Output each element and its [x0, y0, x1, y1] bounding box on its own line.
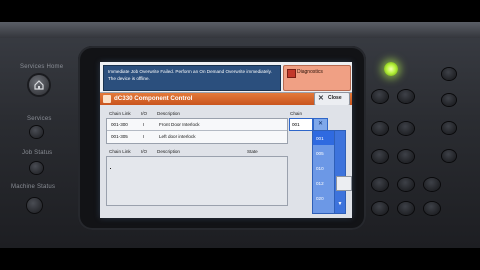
- keypad-key[interactable]: [398, 122, 414, 135]
- chain-option[interactable]: 010: [313, 161, 335, 175]
- table-row[interactable]: [107, 193, 287, 205]
- close-icon: ✕: [318, 95, 324, 102]
- diagnostics-label: Diagnostics: [297, 69, 323, 75]
- description-cell: Left door interlock: [159, 134, 196, 139]
- keypad-key[interactable]: [398, 150, 414, 163]
- power-indicator-light: [384, 62, 398, 76]
- table-row[interactable]: 001-305 I Left door interlock: [107, 131, 287, 142]
- col-header-state: State: [247, 149, 258, 154]
- job-status-button[interactable]: [30, 162, 43, 174]
- keypad-key[interactable]: [372, 202, 388, 215]
- chain-label: Chain: [290, 111, 303, 116]
- chain-option[interactable]: 012: [313, 176, 335, 190]
- chain-options-scrollbar[interactable]: ▼: [334, 130, 346, 214]
- chain-link-cell: 001-300: [111, 122, 128, 127]
- panel-top-edge: [0, 22, 480, 38]
- diagnostics-icon: [287, 69, 296, 78]
- col-header-chain-link: Chain Link: [109, 111, 131, 116]
- keypad-key[interactable]: [372, 90, 388, 103]
- keypad-key[interactable]: [372, 178, 388, 191]
- col-header-chain-link: Chain Link: [109, 149, 131, 154]
- services-label: Services: [27, 116, 52, 122]
- chevron-down-icon[interactable]: ▼: [336, 201, 344, 209]
- chain-option[interactable]: 020: [313, 191, 335, 205]
- chain-link-cell: 001-305: [111, 134, 128, 139]
- col-header-description: Description: [157, 149, 180, 154]
- machine-status-label: Machine Status: [11, 184, 56, 190]
- side-panel-button[interactable]: [336, 176, 352, 191]
- close-label: Close: [328, 95, 342, 101]
- letterbox-bottom: [0, 248, 480, 270]
- col-header-io: I/O: [141, 149, 148, 154]
- keypad-key[interactable]: [424, 202, 440, 215]
- io-cell: I: [143, 134, 145, 139]
- hardware-key[interactable]: [442, 94, 456, 106]
- keypad-key[interactable]: [398, 178, 414, 191]
- chain-select[interactable]: 001: [289, 118, 313, 131]
- hardware-key[interactable]: [442, 150, 456, 162]
- component-control-icon: [103, 95, 111, 103]
- letterbox-top: [0, 0, 480, 22]
- close-icon: ✕: [317, 121, 324, 127]
- chain-selected-value: 001: [292, 122, 300, 127]
- selected-components-table: 001-300 I Front Door Interlock 001-305 I…: [106, 118, 288, 144]
- io-cell: I: [143, 122, 145, 127]
- col-header-io: I/O: [141, 111, 148, 116]
- chain-options-list: 001 005 010 012 020: [312, 130, 336, 214]
- keypad-key[interactable]: [424, 178, 440, 191]
- close-button[interactable]: ✕ Close: [314, 92, 350, 106]
- component-status-table: [106, 156, 288, 206]
- cursor-dot: [110, 168, 111, 169]
- table-row[interactable]: 001-300 I Front Door Interlock: [107, 119, 287, 131]
- component-control-body: Chain Link I/O Description 001-300 I Fro…: [100, 105, 352, 218]
- services-home-button[interactable]: [29, 75, 49, 95]
- keypad-key[interactable]: [398, 202, 414, 215]
- keypad-key[interactable]: [372, 150, 388, 163]
- hardware-key[interactable]: [442, 68, 456, 80]
- status-message: Immediate Job Overwrite Failed. Perform …: [108, 69, 272, 81]
- machine-status-button[interactable]: [27, 198, 42, 213]
- window-title: dC330 Component Control: [114, 95, 193, 102]
- services-button[interactable]: [30, 126, 43, 138]
- touch-screen: Immediate Job Overwrite Failed. Perform …: [100, 62, 352, 218]
- message-bar: Immediate Job Overwrite Failed. Perform …: [100, 62, 352, 93]
- home-icon: [34, 80, 44, 90]
- services-home-label: Services Home: [20, 64, 64, 70]
- hardware-key[interactable]: [442, 122, 456, 134]
- description-cell: Front Door Interlock: [159, 122, 200, 127]
- keypad-key[interactable]: [398, 90, 414, 103]
- col-header-description: Description: [157, 111, 180, 116]
- keypad-key[interactable]: [372, 122, 388, 135]
- chain-option[interactable]: 005: [313, 146, 335, 160]
- diagnostics-button[interactable]: Diagnostics: [283, 65, 351, 91]
- chain-option[interactable]: 001: [313, 131, 335, 145]
- job-status-label: Job Status: [22, 150, 53, 156]
- status-message-box: Immediate Job Overwrite Failed. Perform …: [103, 65, 281, 91]
